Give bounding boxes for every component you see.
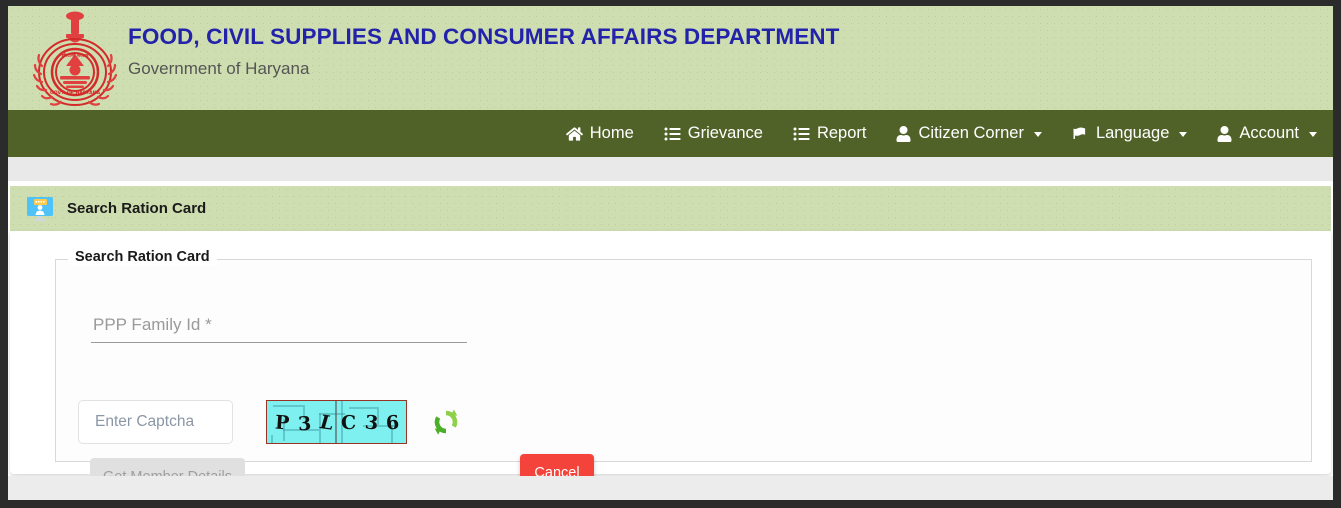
svg-text:हरियाणा सरकार: हरियाणा सरकार: [60, 52, 89, 59]
nav-item-label: Language: [1095, 124, 1170, 142]
browser-viewport: हरियाणा सरकार GOVT. OF HARYANA FOOD, CIV…: [8, 6, 1333, 500]
page-title: Search Ration Card: [67, 200, 207, 217]
home-icon: [565, 126, 583, 142]
user-icon: [896, 125, 911, 142]
nav-item-report[interactable]: Report: [793, 124, 867, 143]
captcha-char: 6: [385, 411, 401, 435]
captcha-char: P: [274, 411, 291, 435]
captcha-input[interactable]: [78, 400, 233, 444]
nav-separator-strip: [8, 157, 1333, 181]
refresh-captcha-icon[interactable]: [431, 407, 461, 437]
fieldset-legend: Search Ration Card: [68, 249, 217, 265]
nav-item-account[interactable]: Account: [1217, 124, 1317, 143]
nav-item-label: Grievance: [687, 124, 763, 142]
chevron-down-icon: [1179, 132, 1188, 137]
site-subtitle: Government of Haryana: [128, 59, 310, 78]
user-icon: [1217, 125, 1232, 142]
page-title-bar: Search Ration Card: [10, 186, 1331, 231]
nav-item-language[interactable]: Language: [1072, 124, 1188, 143]
captcha-text: P 3 L C 3 6: [267, 401, 406, 443]
nav-item-grievance[interactable]: Grievance: [664, 124, 763, 143]
page-footer-strip: [8, 476, 1333, 500]
content-card: Search Ration Card PPP Family Id * Enter…: [10, 231, 1331, 496]
monitor-user-icon: [26, 196, 54, 222]
chevron-down-icon: [1033, 132, 1042, 137]
nav-item-label: Account: [1239, 124, 1299, 142]
main-navigation: Home Grievance Report Citizen Corner Lan…: [8, 110, 1333, 157]
chevron-down-icon: [1309, 132, 1317, 137]
flag-icon: [1072, 126, 1089, 142]
list-icon: [793, 126, 810, 142]
captcha-char: L: [316, 411, 336, 435]
site-title: FOOD, CIVIL SUPPLIES AND CONSUMER AFFAIR…: [128, 24, 840, 49]
nav-item-citizen-corner[interactable]: Citizen Corner: [896, 124, 1042, 143]
ppp-family-id-input[interactable]: [91, 315, 467, 343]
nav-item-label: Home: [589, 124, 634, 142]
svg-text:GOVT. OF HARYANA: GOVT. OF HARYANA: [50, 90, 101, 96]
haryana-government-emblem-icon: हरियाणा सरकार GOVT. OF HARYANA: [30, 10, 120, 110]
nav-item-label: Report: [816, 124, 867, 142]
captcha-image: P 3 L C 3 6: [266, 400, 407, 444]
nav-item-label: Citizen Corner: [918, 124, 1024, 142]
search-ration-card-fieldset: Search Ration Card PPP Family Id * Enter…: [55, 249, 1312, 496]
ppp-family-id-field: [91, 315, 467, 343]
captcha-char: C: [340, 411, 357, 435]
captcha-char: 3: [363, 411, 379, 435]
captcha-row: P 3 L C 3 6: [78, 400, 461, 444]
header-text-block: FOOD, CIVIL SUPPLIES AND CONSUMER AFFAIR…: [128, 24, 840, 79]
site-header: हरियाणा सरकार GOVT. OF HARYANA FOOD, CIV…: [8, 6, 1333, 110]
captcha-char: 3: [297, 412, 312, 436]
list-icon: [664, 126, 681, 142]
nav-item-home[interactable]: Home: [565, 124, 634, 143]
